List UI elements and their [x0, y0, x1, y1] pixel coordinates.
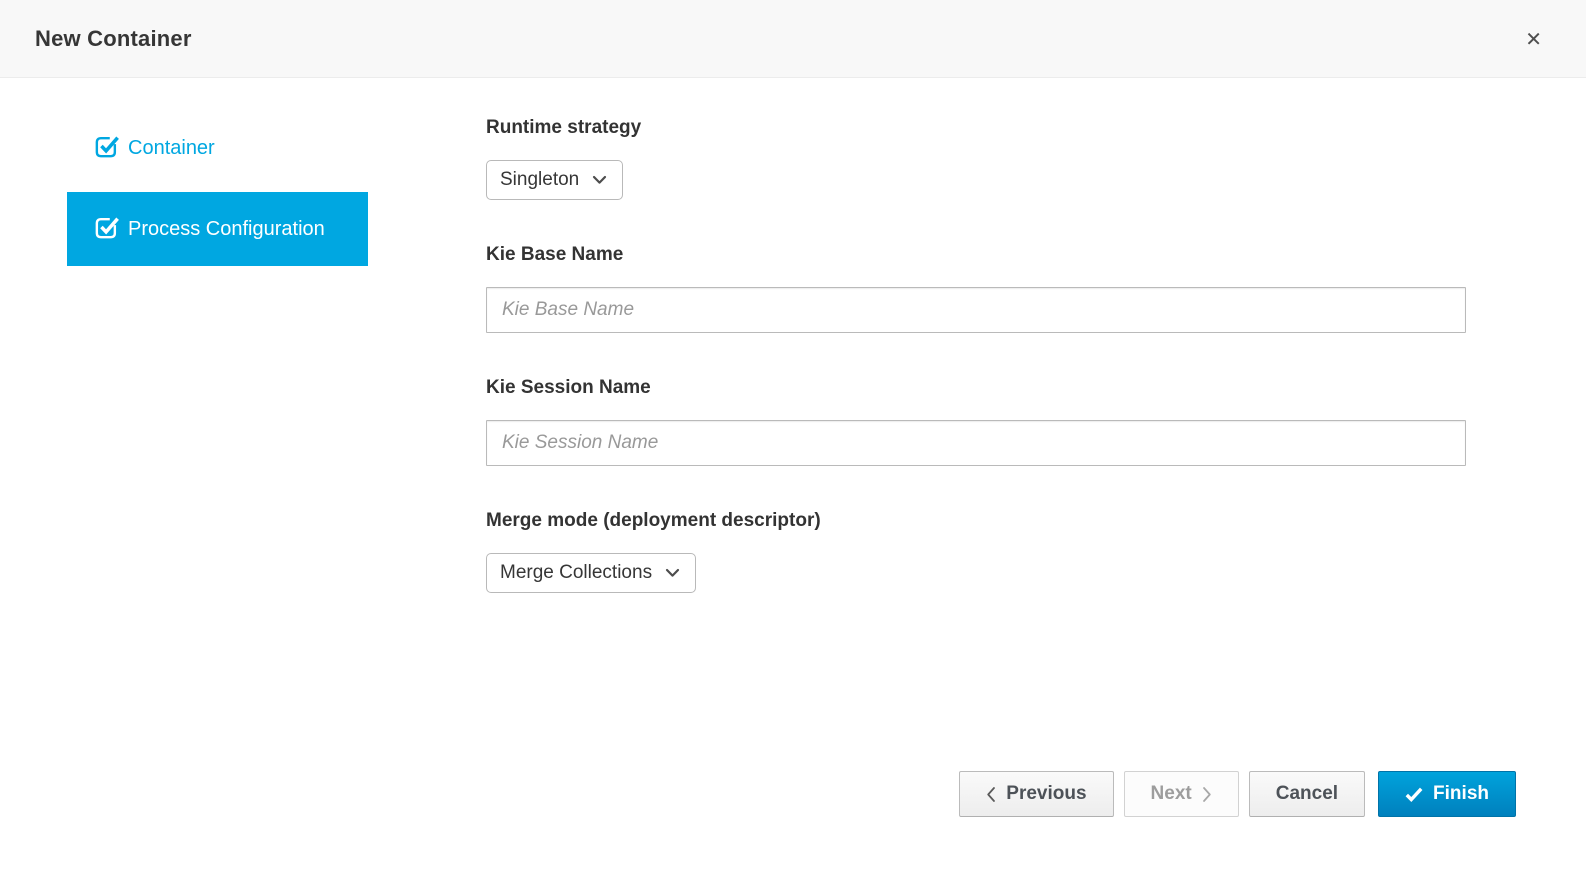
merge-mode-value: Merge Collections [500, 562, 652, 584]
check-icon [1405, 787, 1423, 802]
wizard-step-label: Process Configuration [128, 218, 325, 240]
wizard-step-label: Container [128, 137, 215, 159]
kie-base-name-group: Kie Base Name [486, 242, 1466, 333]
kie-base-name-input[interactable] [486, 287, 1466, 333]
finish-button-label: Finish [1433, 783, 1489, 805]
wizard-step-container[interactable]: Container [67, 111, 368, 185]
runtime-strategy-value: Singleton [500, 169, 579, 191]
kie-session-name-input[interactable] [486, 420, 1466, 466]
next-button-label: Next [1151, 783, 1192, 805]
angle-right-icon [1202, 786, 1212, 803]
new-container-modal: New Container ✕ Container Process Config… [0, 0, 1586, 884]
kie-base-name-label: Kie Base Name [486, 242, 1466, 268]
previous-button-label: Previous [1006, 783, 1086, 805]
wizard-footer: Previous Next Cancel Finish [959, 771, 1516, 817]
runtime-strategy-label: Runtime strategy [486, 115, 1466, 141]
wizard-step-process-configuration[interactable]: Process Configuration [67, 192, 368, 266]
modal-title: New Container [35, 26, 192, 52]
previous-button[interactable]: Previous [959, 771, 1113, 817]
modal-header: New Container ✕ [0, 0, 1586, 78]
chevron-down-icon [665, 568, 680, 578]
kie-session-name-label: Kie Session Name [486, 375, 1466, 401]
next-button[interactable]: Next [1124, 771, 1239, 817]
merge-mode-label: Merge mode (deployment descriptor) [486, 508, 1466, 534]
cancel-button[interactable]: Cancel [1249, 771, 1365, 817]
check-square-icon [95, 134, 119, 158]
check-square-icon [95, 215, 119, 239]
merge-mode-select[interactable]: Merge Collections [486, 553, 696, 593]
close-icon[interactable]: ✕ [1525, 29, 1542, 49]
wizard-step-list: Container Process Configuration [67, 111, 368, 273]
angle-left-icon [986, 786, 996, 803]
finish-button[interactable]: Finish [1378, 771, 1516, 817]
cancel-button-label: Cancel [1276, 783, 1338, 805]
kie-session-name-group: Kie Session Name [486, 375, 1466, 466]
runtime-strategy-group: Runtime strategy Singleton [486, 115, 1466, 200]
process-configuration-form: Runtime strategy Singleton Kie Base Name… [486, 115, 1466, 635]
chevron-down-icon [592, 175, 607, 185]
merge-mode-group: Merge mode (deployment descriptor) Merge… [486, 508, 1466, 593]
runtime-strategy-select[interactable]: Singleton [486, 160, 623, 200]
